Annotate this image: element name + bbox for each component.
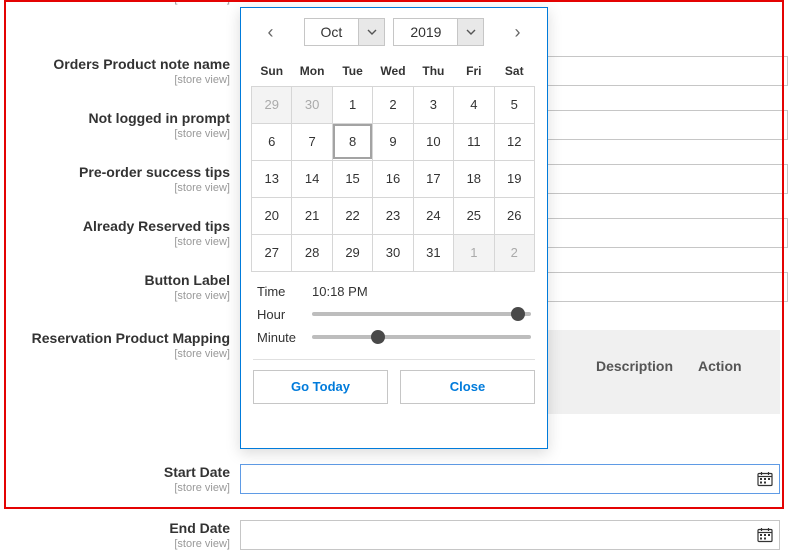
calendar-grid: SunMonTueWedThuFriSat 293012345678910111… bbox=[251, 56, 535, 272]
time-label: Time bbox=[257, 284, 312, 299]
day-header: Sat bbox=[494, 56, 534, 86]
calendar-day[interactable]: 25 bbox=[454, 197, 494, 234]
calendar-day[interactable]: 2 bbox=[373, 86, 413, 123]
calendar-day[interactable]: 23 bbox=[373, 197, 413, 234]
calendar-day[interactable]: 15 bbox=[332, 160, 372, 197]
close-button[interactable]: Close bbox=[400, 370, 535, 404]
calendar-day[interactable]: 11 bbox=[454, 123, 494, 160]
calendar-day[interactable]: 8 bbox=[332, 123, 372, 160]
calendar-day[interactable]: 16 bbox=[373, 160, 413, 197]
day-header: Thu bbox=[413, 56, 453, 86]
field-already-reserved-label: Already Reserved tips [store view] bbox=[0, 218, 230, 248]
calendar-day[interactable]: 12 bbox=[494, 123, 534, 160]
field-preorder-tips-label: Pre-order success tips [store view] bbox=[0, 164, 230, 194]
time-value: 10:18 PM bbox=[312, 284, 531, 299]
hour-slider[interactable] bbox=[312, 307, 531, 321]
calendar-day[interactable]: 31 bbox=[413, 234, 453, 271]
calendar-day[interactable]: 1 bbox=[454, 234, 494, 271]
calendar-day[interactable]: 9 bbox=[373, 123, 413, 160]
calendar-day[interactable]: 13 bbox=[252, 160, 292, 197]
day-header: Fri bbox=[454, 56, 494, 86]
go-today-button[interactable]: Go Today bbox=[253, 370, 388, 404]
calendar-day[interactable]: 4 bbox=[454, 86, 494, 123]
start-date-input[interactable] bbox=[240, 464, 780, 494]
calendar-day[interactable]: 2 bbox=[494, 234, 534, 271]
field-reservation-mapping-label: Reservation Product Mapping [store view] bbox=[0, 330, 230, 360]
chevron-down-icon bbox=[457, 19, 483, 45]
datepicker-popover: ‹ Oct 2019 › SunMonTueWedThuFriSat 29301… bbox=[240, 7, 548, 449]
calendar-day[interactable]: 28 bbox=[292, 234, 332, 271]
year-select[interactable]: 2019 bbox=[393, 18, 484, 46]
calendar-icon[interactable] bbox=[757, 471, 773, 487]
calendar-day[interactable]: 1 bbox=[332, 86, 372, 123]
end-date-input[interactable] bbox=[240, 520, 780, 550]
field-button-label-label: Button Label [store view] bbox=[0, 272, 230, 302]
prev-month-button[interactable]: ‹ bbox=[260, 21, 282, 43]
top-cutoff-scope: [store view] bbox=[0, 0, 230, 5]
day-header: Wed bbox=[373, 56, 413, 86]
mapping-col-description: Description bbox=[596, 358, 673, 374]
chevron-down-icon bbox=[358, 19, 384, 45]
calendar-day[interactable]: 30 bbox=[292, 86, 332, 123]
hour-label: Hour bbox=[257, 307, 312, 322]
calendar-day[interactable]: 10 bbox=[413, 123, 453, 160]
end-date-label: End Date [store view] bbox=[0, 520, 230, 550]
next-month-button[interactable]: › bbox=[506, 21, 528, 43]
minute-label: Minute bbox=[257, 330, 312, 345]
day-header: Sun bbox=[252, 56, 292, 86]
calendar-day[interactable]: 29 bbox=[252, 86, 292, 123]
calendar-day[interactable]: 6 bbox=[252, 123, 292, 160]
calendar-day[interactable]: 30 bbox=[373, 234, 413, 271]
calendar-day[interactable]: 26 bbox=[494, 197, 534, 234]
calendar-day[interactable]: 29 bbox=[332, 234, 372, 271]
mapping-col-action: Action bbox=[698, 358, 742, 374]
calendar-day[interactable]: 7 bbox=[292, 123, 332, 160]
month-select[interactable]: Oct bbox=[304, 18, 386, 46]
divider bbox=[253, 359, 535, 360]
calendar-day[interactable]: 18 bbox=[454, 160, 494, 197]
day-header: Mon bbox=[292, 56, 332, 86]
calendar-day[interactable]: 22 bbox=[332, 197, 372, 234]
calendar-day[interactable]: 5 bbox=[494, 86, 534, 123]
minute-slider[interactable] bbox=[312, 330, 531, 344]
calendar-day[interactable]: 17 bbox=[413, 160, 453, 197]
day-header: Tue bbox=[332, 56, 372, 86]
field-not-logged-prompt-label: Not logged in prompt [store view] bbox=[0, 110, 230, 140]
start-date-label: Start Date [store view] bbox=[0, 464, 230, 494]
calendar-day[interactable]: 21 bbox=[292, 197, 332, 234]
calendar-day[interactable]: 20 bbox=[252, 197, 292, 234]
calendar-day[interactable]: 19 bbox=[494, 160, 534, 197]
calendar-day[interactable]: 3 bbox=[413, 86, 453, 123]
calendar-day[interactable]: 27 bbox=[252, 234, 292, 271]
calendar-day[interactable]: 24 bbox=[413, 197, 453, 234]
calendar-day[interactable]: 14 bbox=[292, 160, 332, 197]
calendar-icon[interactable] bbox=[757, 527, 773, 543]
field-orders-note-label: Orders Product note name [store view] bbox=[0, 56, 230, 86]
